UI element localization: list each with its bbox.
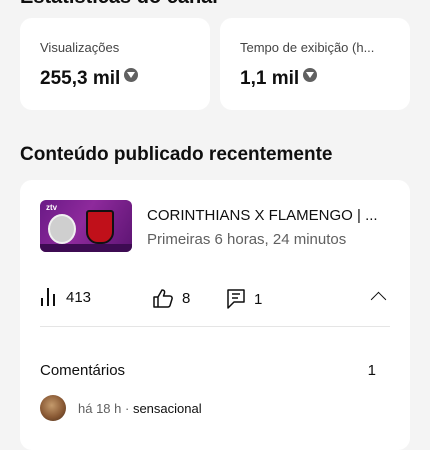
divider: [40, 326, 390, 327]
likes-metric: 8: [152, 288, 190, 308]
likes-count: 8: [182, 289, 191, 307]
recent-content-title: Conteúdo publicado recentemente: [20, 144, 333, 165]
avatar: [40, 395, 66, 421]
views-stat-value: 255,3 mil: [40, 68, 121, 89]
team-crest-image: [86, 210, 114, 244]
recent-video-card: ztv CORINTHIANS X FLAMENGO | ... Primeir…: [20, 180, 410, 450]
watch-time-stat-card[interactable]: Tempo de exibição (h... 1,1 mil: [220, 18, 410, 110]
comment-time: há 18 h: [78, 400, 122, 416]
comment-text: há 18 h · sensacional: [78, 401, 202, 416]
comments-total: 1: [367, 362, 376, 379]
team-crest-image: [48, 214, 76, 244]
channel-stats-heading: Estatísticas do canal: [20, 0, 218, 9]
views-stat-card[interactable]: Visualizações 255,3 mil: [20, 18, 210, 110]
video-metrics-row: 413 8 1: [40, 288, 390, 310]
thumbnail-logo: ztv: [46, 203, 58, 212]
video-period: Primeiras 6 horas, 24 minutos: [147, 231, 347, 248]
watch-time-stat-label: Tempo de exibição (h...: [240, 40, 375, 55]
arrow-down-circle-icon: [303, 68, 318, 82]
arrow-down-circle-icon: [124, 68, 139, 82]
comments-count-metric: 1: [254, 290, 263, 308]
bar-chart-icon: [40, 288, 58, 306]
comments-label: Comentários: [40, 362, 126, 379]
views-stat-value-row: 255,3 mil: [40, 68, 139, 90]
comment-separator: ·: [121, 400, 133, 416]
views-stat-label: Visualizações: [40, 40, 120, 55]
watch-time-stat-value: 1,1 mil: [240, 68, 300, 89]
video-title[interactable]: CORINTHIANS X FLAMENGO | ...: [147, 207, 397, 224]
thumbs-up-icon: [153, 289, 173, 308]
views-metric: 413: [40, 288, 91, 306]
video-thumbnail[interactable]: ztv: [40, 200, 132, 252]
comment-body: sensacional: [132, 400, 202, 416]
views-count: 413: [66, 288, 92, 306]
watch-time-stat-value-row: 1,1 mil: [240, 68, 318, 90]
comments-metric: 1: [226, 288, 262, 310]
comment-icon: [227, 289, 245, 309]
comment-item[interactable]: há 18 h · sensacional: [40, 395, 202, 421]
thumbnail-banner: [40, 244, 132, 252]
